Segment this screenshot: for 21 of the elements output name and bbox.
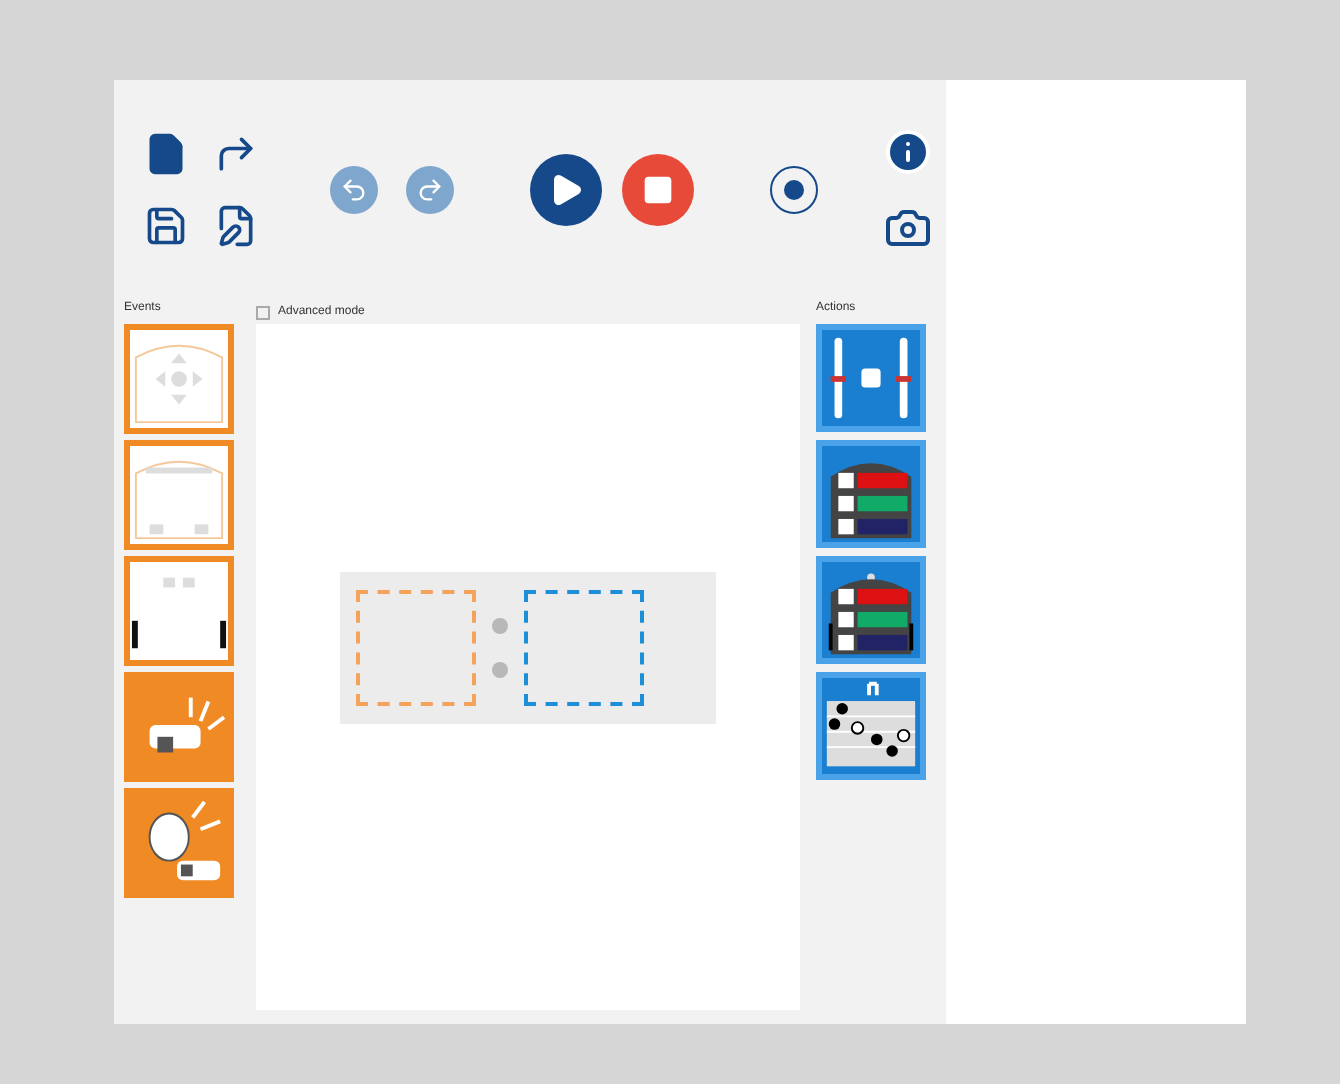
action-block[interactable] [816, 556, 926, 664]
save-icon[interactable] [144, 204, 188, 248]
undo-icon [340, 176, 368, 204]
redo-button[interactable] [406, 166, 454, 214]
stop-button[interactable] [622, 154, 694, 226]
info-icon[interactable] [884, 128, 932, 176]
play-button[interactable] [530, 154, 602, 226]
save-as-icon[interactable] [214, 204, 258, 248]
stop-icon [642, 174, 674, 206]
event-slot [356, 589, 476, 705]
new-file-icon[interactable] [144, 132, 188, 176]
play-icon [548, 172, 584, 208]
action-slot [524, 589, 644, 705]
undo-button[interactable] [330, 166, 378, 214]
event-block[interactable] [124, 788, 234, 898]
action-block[interactable] [816, 440, 926, 548]
mode-checkbox[interactable] [256, 305, 270, 319]
action-block[interactable] [816, 672, 926, 780]
redo-icon [416, 176, 444, 204]
camera-icon[interactable] [884, 204, 932, 252]
event-block[interactable] [124, 556, 234, 666]
